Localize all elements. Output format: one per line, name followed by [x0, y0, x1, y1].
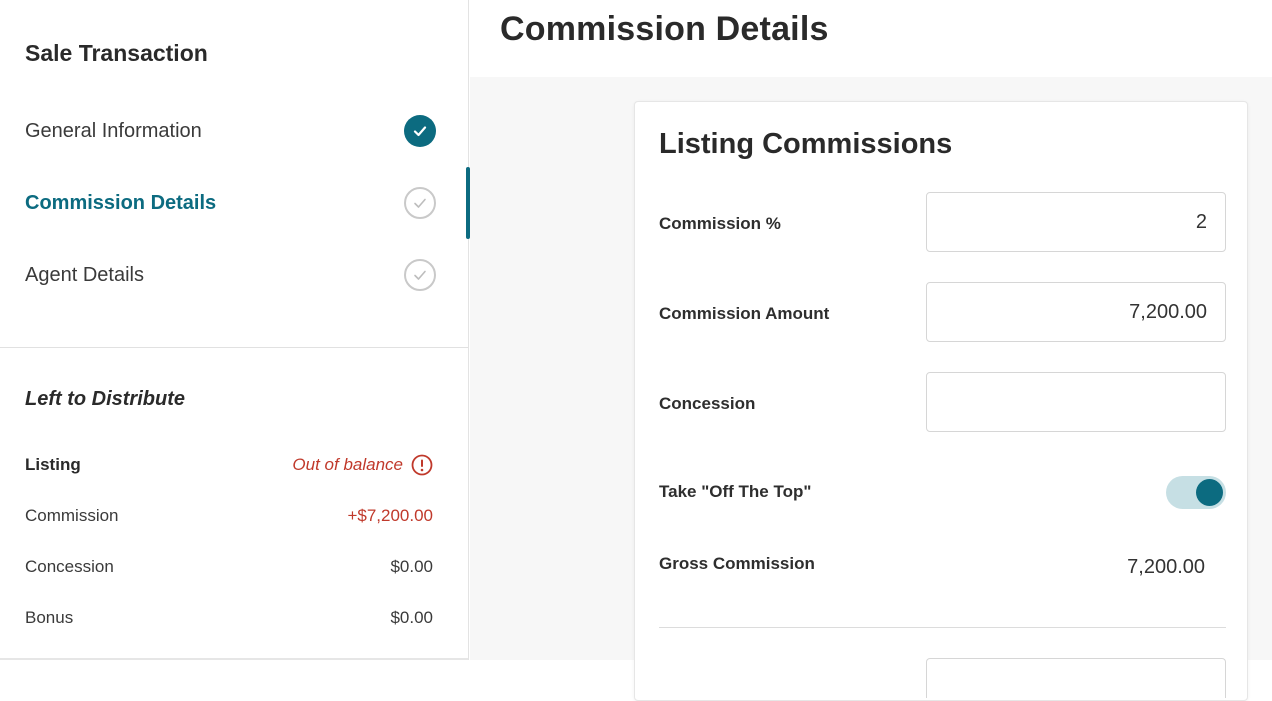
step-commission-details[interactable]: Commission Details	[0, 167, 470, 239]
out-of-balance-text: Out of balance	[292, 455, 403, 474]
toggle-knob	[1196, 479, 1223, 506]
distribution-section-label: Listing	[25, 455, 81, 474]
next-field-input[interactable]	[926, 658, 1226, 698]
off-the-top-toggle[interactable]	[1166, 476, 1226, 509]
step-label: General Information	[25, 119, 202, 142]
step-label: Commission Details	[25, 191, 217, 214]
distribution-row-concession: Concession $0.00	[25, 557, 433, 577]
step-label: Agent Details	[25, 263, 144, 286]
distribution-row-value: $0.00	[390, 608, 433, 627]
distribution-row-label: Bonus	[25, 608, 74, 627]
gross-commission-value: 7,200.00	[1127, 556, 1205, 578]
distribution-row-label: Concession	[25, 557, 114, 576]
distribution-row-bonus: Bonus $0.00	[25, 608, 433, 628]
gross-commission-label: Gross Commission	[659, 554, 815, 573]
commission-amount-label: Commission Amount	[659, 304, 830, 323]
distribution-row-value: $0.00	[390, 557, 433, 576]
step-nav: General Information Commission Details A…	[0, 95, 470, 311]
check-circle-outline-icon	[404, 259, 436, 291]
sidebar: Sale Transaction General Information Com…	[0, 0, 470, 660]
commission-percent-input[interactable]	[926, 192, 1226, 252]
sidebar-divider	[0, 347, 468, 348]
check-circle-filled-icon	[404, 115, 436, 147]
step-agent-details[interactable]: Agent Details	[0, 239, 468, 311]
distribution-row-commission: Commission +$7,200.00	[25, 506, 433, 526]
commission-percent-label: Commission %	[659, 214, 781, 233]
step-general-information[interactable]: General Information	[0, 95, 468, 167]
off-the-top-label: Take "Off The Top"	[659, 482, 812, 501]
exclamation-circle-icon	[411, 454, 433, 476]
out-of-balance-status: Out of balance	[292, 454, 433, 476]
card-divider	[659, 627, 1226, 628]
distribution-header-row: Listing Out of balance	[25, 454, 433, 476]
distribution-row-label: Commission	[25, 506, 119, 525]
commission-amount-input[interactable]	[926, 282, 1226, 342]
left-to-distribute-title: Left to Distribute	[25, 388, 185, 410]
card-title: Listing Commissions	[659, 128, 953, 160]
sidebar-title: Sale Transaction	[25, 40, 208, 66]
concession-input[interactable]	[926, 372, 1226, 432]
page-title: Commission Details	[500, 10, 829, 48]
listing-commissions-card: Listing Commissions Commission % Commiss…	[634, 101, 1248, 701]
concession-label: Concession	[659, 394, 756, 413]
main-content: Listing Commissions Commission % Commiss…	[470, 77, 1272, 701]
distribution-row-value: +$7,200.00	[347, 506, 433, 525]
check-circle-outline-icon	[404, 187, 436, 219]
